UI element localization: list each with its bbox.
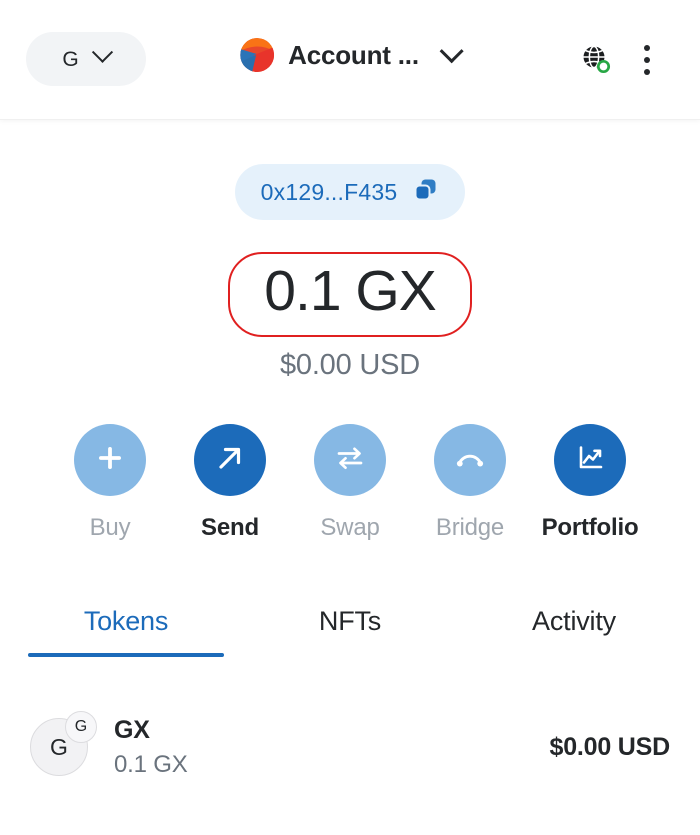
buy-button[interactable] <box>74 424 146 497</box>
token-network-badge: G <box>65 711 97 744</box>
table-row[interactable]: G G GX 0.1 GX $0.00 USD <box>0 699 700 795</box>
token-avatar: G G <box>30 711 97 780</box>
bridge-arc-icon <box>453 441 487 480</box>
action-label-bridge: Bridge <box>435 514 505 542</box>
balance-highlight: 0.1 GX <box>0 252 700 338</box>
wallet-app: G Account ... 0x129...F435 0.1 GX $0.00 … <box>0 0 700 835</box>
arrow-up-right-icon <box>213 441 247 480</box>
action-label-send: Send <box>201 514 259 542</box>
chart-line-icon <box>573 441 607 480</box>
action-send[interactable]: Send <box>170 424 290 542</box>
network-selector[interactable]: G <box>26 32 146 86</box>
action-portfolio[interactable]: Portfolio <box>530 424 650 542</box>
action-label-portfolio: Portfolio <box>541 514 639 542</box>
tab-nfts[interactable]: NFTs <box>238 606 462 657</box>
copy-address-button[interactable]: 0x129...F435 <box>234 164 466 220</box>
token-name: GX <box>114 715 150 744</box>
action-swap[interactable]: Swap <box>290 424 410 542</box>
action-buy[interactable]: Buy <box>50 424 170 542</box>
action-buttons: Buy Send Swap Bridge Portfolio <box>0 424 700 542</box>
action-bridge[interactable]: Bridge <box>410 424 530 542</box>
account-selector[interactable]: Account ... <box>240 38 464 72</box>
token-list: G G GX 0.1 GX $0.00 USD <box>0 699 700 795</box>
plus-icon <box>93 441 127 480</box>
swap-button[interactable] <box>314 424 386 497</box>
content-tabs: Tokens NFTs Activity <box>0 606 700 658</box>
tab-label-activity: Activity <box>532 606 616 637</box>
address-section: 0x129...F435 <box>0 164 700 220</box>
token-amount: 0.1 GX <box>114 750 188 778</box>
tab-tokens[interactable]: Tokens <box>14 606 238 658</box>
globe-icon[interactable] <box>576 40 616 80</box>
account-name: Account ... <box>288 39 419 70</box>
primary-balance: 0.1 GX <box>264 259 436 323</box>
tab-activity[interactable]: Activity <box>462 606 686 657</box>
token-info: GX 0.1 GX <box>114 716 188 779</box>
account-blockie-avatar <box>240 38 275 72</box>
app-header: G Account ... <box>0 0 700 120</box>
tab-label-nfts: NFTs <box>318 606 382 637</box>
bridge-button[interactable] <box>434 424 506 497</box>
action-label-swap: Swap <box>320 514 380 542</box>
send-button[interactable] <box>194 424 266 497</box>
kebab-menu-icon[interactable] <box>630 40 664 80</box>
swap-arrows-icon <box>333 441 367 480</box>
copy-icon <box>413 177 439 208</box>
secondary-balance: $0.00 USD <box>279 349 421 382</box>
action-label-buy: Buy <box>89 514 131 542</box>
tab-label-tokens: Tokens <box>83 606 169 637</box>
token-fiat-value: $0.00 USD <box>549 732 671 761</box>
portfolio-button[interactable] <box>554 424 626 497</box>
account-address: 0x129...F435 <box>260 178 398 205</box>
chevron-down-icon <box>91 41 113 69</box>
network-label: G <box>62 47 79 71</box>
account-chevron-down-icon <box>439 38 464 64</box>
